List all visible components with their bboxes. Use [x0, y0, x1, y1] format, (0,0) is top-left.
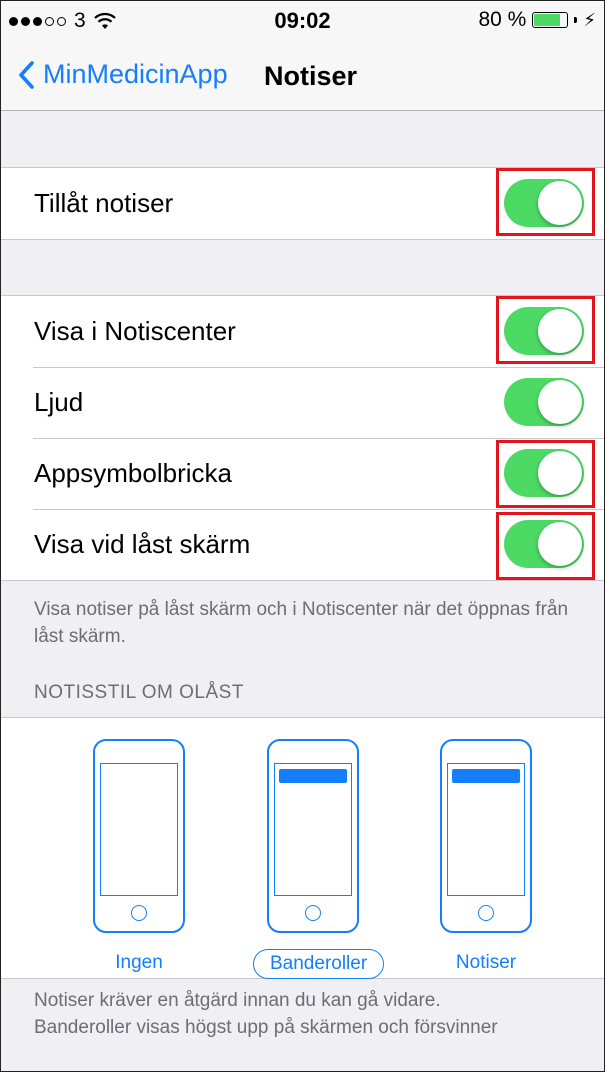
- row-label: Visa i Notiscenter: [34, 316, 236, 346]
- style-footnote: Notiser kräver en åtgärd innan du kan gå…: [34, 987, 574, 1041]
- style-option-label-selected: Banderoller: [253, 949, 385, 979]
- page-title: Notiser: [264, 61, 358, 91]
- style-option-label: Notiser: [455, 952, 517, 973]
- navigation-bar: MinMedicinApp Notiser: [1, 41, 604, 111]
- status-right: 80 % ⚡: [478, 8, 596, 32]
- toggle-knob: [538, 309, 582, 353]
- style-option-banners[interactable]: Banderoller: [253, 739, 385, 979]
- row-label: Ljud: [34, 387, 84, 417]
- sound-toggle[interactable]: [504, 378, 584, 426]
- phone-alert-icon: [440, 739, 532, 933]
- row-allow-notifications: Tillåt notiser: [1, 168, 604, 239]
- allow-notifications-group: Tillåt notiser: [1, 167, 604, 240]
- style-option-alerts[interactable]: Notiser: [426, 739, 546, 977]
- row-label: Visa vid låst skärm: [34, 529, 251, 559]
- battery-icon: [532, 12, 569, 28]
- charging-bolt-icon: ⚡: [583, 9, 596, 30]
- settings-screen: 3 09:02 80 % ⚡ MinMedicinApp Notiser Til: [0, 0, 605, 1072]
- chevron-left-icon: [19, 60, 34, 89]
- notification-style-picker: Ingen Banderoller Notiser: [1, 717, 604, 979]
- style-footnote-line-1: Notiser kräver en åtgärd innan du kan gå…: [34, 990, 441, 1011]
- back-button[interactable]: MinMedicinApp: [17, 59, 228, 90]
- style-option-label: Ingen: [115, 952, 163, 973]
- battery-nub: [574, 17, 578, 23]
- phone-none-icon: [93, 739, 185, 933]
- row-label: Appsymbolbricka: [34, 458, 232, 488]
- toggle-knob: [538, 181, 582, 225]
- toggle-knob: [538, 522, 582, 566]
- row-badge-app-icon: Appsymbolbricka: [1, 438, 604, 509]
- notification-options-group: Visa i Notiscenter Ljud Appsymbolbricka …: [1, 295, 604, 581]
- phone-banner-icon: [267, 739, 359, 933]
- notification-center-toggle[interactable]: [504, 307, 584, 355]
- row-show-on-lock-screen: Visa vid låst skärm: [1, 509, 604, 580]
- allow-notifications-toggle[interactable]: [504, 179, 584, 227]
- back-button-label: MinMedicinApp: [43, 59, 228, 89]
- section-header-style: NOTISSTIL OM OLÅST: [34, 682, 244, 703]
- lock-screen-toggle[interactable]: [504, 520, 584, 568]
- row-show-in-notification-center: Visa i Notiscenter: [1, 296, 604, 367]
- style-option-none[interactable]: Ingen: [79, 739, 199, 977]
- lock-screen-footnote: Visa notiser på låst skärm och i Notisce…: [34, 599, 569, 647]
- status-bar: 3 09:02 80 % ⚡: [1, 1, 604, 41]
- row-sound: Ljud: [1, 367, 604, 438]
- badge-toggle[interactable]: [504, 449, 584, 497]
- style-footnote-line-2: Banderoller visas högst upp på skärmen o…: [34, 1017, 498, 1038]
- toggle-knob: [538, 451, 582, 495]
- row-label: Tillåt notiser: [34, 188, 174, 218]
- toggle-knob: [538, 380, 582, 424]
- battery-percentage: 80 %: [478, 8, 527, 31]
